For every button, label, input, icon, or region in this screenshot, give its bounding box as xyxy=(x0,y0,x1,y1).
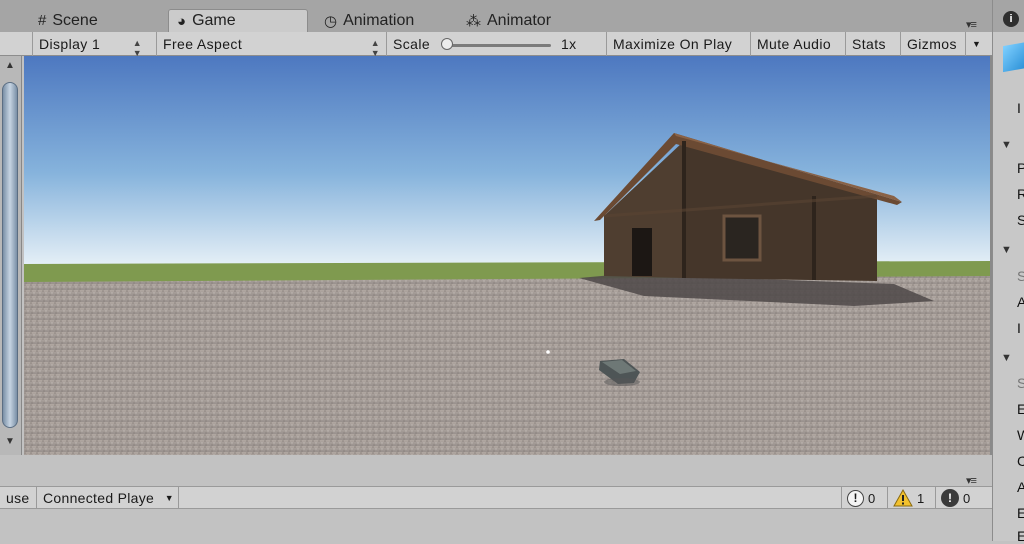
connected-player-dropdown[interactable]: Connected Playe ▼ xyxy=(37,487,179,509)
inspector-field-letter: S xyxy=(1017,375,1024,391)
maximize-on-play-toggle[interactable]: Maximize On Play xyxy=(606,32,750,56)
console-toolbar: use Connected Playe ▼ ! 0 1 ! 0 xyxy=(0,486,992,509)
tab-scene[interactable]: # Scene xyxy=(30,9,106,32)
gizmos-dropdown-arrow[interactable]: ▼ xyxy=(965,32,983,56)
pacman-icon: ◕ xyxy=(177,12,187,30)
info-icon: ! xyxy=(847,489,864,507)
inspector-field-letter: A xyxy=(1017,479,1024,495)
tab-label: Game xyxy=(192,12,236,29)
game-view[interactable] xyxy=(24,56,990,455)
inspector-panel: i I ▼ P R S ▼ S A I ▼ S E W C A E E xyxy=(992,0,1024,544)
info-filter-toggle[interactable]: ! 0 xyxy=(841,487,887,509)
updown-icon: ▲ ▼ xyxy=(132,38,142,58)
tab-game[interactable]: ◕ Game xyxy=(168,9,308,32)
tab-animation[interactable]: ◷ Animation xyxy=(316,9,422,32)
inspector-field-letter: A xyxy=(1017,294,1024,310)
left-panel-stub xyxy=(0,32,22,56)
inspector-field-letter: P xyxy=(1017,160,1024,176)
tab-label: Animation xyxy=(343,11,415,29)
inspector-field-letter: S xyxy=(1017,212,1024,228)
inspector-field-letter: E xyxy=(1017,505,1024,521)
scale-slider-thumb[interactable] xyxy=(441,38,453,50)
inspector-field-letter: I xyxy=(1017,320,1021,336)
error-pause-toggle[interactable]: use xyxy=(0,487,37,509)
stats-toggle[interactable]: Stats xyxy=(845,32,900,56)
info-icon[interactable]: i xyxy=(1003,11,1019,27)
error-count: 0 xyxy=(963,490,971,506)
updown-icon: ▲ ▼ xyxy=(370,38,380,58)
scale-slider-track[interactable] xyxy=(445,44,551,47)
inspector-field-letter: C xyxy=(1017,453,1024,469)
mute-label: Mute Audio xyxy=(757,36,832,52)
connected-player-label: Connected Playe xyxy=(43,490,155,506)
gizmos-label: Gizmos xyxy=(907,36,957,52)
scroll-down-icon[interactable]: ▼ xyxy=(5,436,15,447)
error-filter-toggle[interactable]: ! 0 xyxy=(935,487,983,509)
aspect-dropdown[interactable]: Free Aspect ▲ ▼ xyxy=(156,32,386,58)
stats-label: Stats xyxy=(852,36,886,52)
mute-audio-toggle[interactable]: Mute Audio xyxy=(750,32,845,56)
inspector-field-letter: E xyxy=(1017,401,1024,417)
game-render xyxy=(24,56,990,455)
pause-label: use xyxy=(6,490,30,506)
inspector-tab-header: i xyxy=(993,0,1024,32)
inspector-field-letter: W xyxy=(1017,427,1024,443)
display-dropdown[interactable]: Display 1 ▲ ▼ xyxy=(32,32,148,58)
foldout-triangle-icon[interactable]: ▼ xyxy=(1001,352,1012,364)
display-label: Display 1 xyxy=(39,36,101,52)
warning-icon xyxy=(893,489,913,507)
foldout-triangle-icon[interactable]: ▼ xyxy=(1001,139,1012,151)
crosshair-dot xyxy=(546,350,550,354)
tab-animator[interactable]: ⁂ Animator xyxy=(458,9,559,32)
clock-icon: ◷ xyxy=(324,12,338,30)
error-icon: ! xyxy=(941,489,959,507)
console-panel: ▾≡ use Connected Playe ▼ ! 0 1 ! 0 xyxy=(0,474,992,541)
scale-label: Scale xyxy=(393,36,431,52)
scroll-up-icon[interactable]: ▲ xyxy=(5,60,15,71)
inspector-field-letter: I xyxy=(1017,100,1021,116)
inspector-field-letter: E xyxy=(1017,528,1024,544)
tab-label: Animator xyxy=(487,11,552,29)
gameobject-cube-icon xyxy=(1003,41,1024,73)
game-toolbar: Display 1 ▲ ▼ Free Aspect ▲ ▼ Scale 1x Max… xyxy=(0,32,992,58)
scrollbar-thumb[interactable] xyxy=(2,82,18,428)
hierarchy-scrollbar[interactable]: ▲ ▼ xyxy=(0,56,22,455)
info-count: 0 xyxy=(868,490,876,506)
scale-value: 1x xyxy=(561,36,577,52)
nodes-icon: ⁂ xyxy=(466,12,481,30)
scale-control: Scale 1x xyxy=(386,32,606,56)
aspect-label: Free Aspect xyxy=(163,36,243,52)
inspector-field-letter: S xyxy=(1017,268,1024,284)
warning-filter-toggle[interactable]: 1 xyxy=(887,487,935,509)
tab-label: Scene xyxy=(52,11,98,29)
inspector-field-letter: R xyxy=(1017,186,1024,202)
foldout-triangle-icon[interactable]: ▼ xyxy=(1001,244,1012,256)
maximize-label: Maximize On Play xyxy=(613,36,733,52)
chevron-down-icon: ▼ xyxy=(164,493,174,503)
gizmos-toggle[interactable]: Gizmos xyxy=(900,32,965,56)
tab-bar: # Scene ◕ Game ◷ Animation ⁂ Animator ▾≡ xyxy=(0,0,992,32)
grid-icon: # xyxy=(38,12,47,29)
panel-menu-icon[interactable]: ▾≡ xyxy=(966,18,977,31)
warning-count: 1 xyxy=(917,490,925,506)
